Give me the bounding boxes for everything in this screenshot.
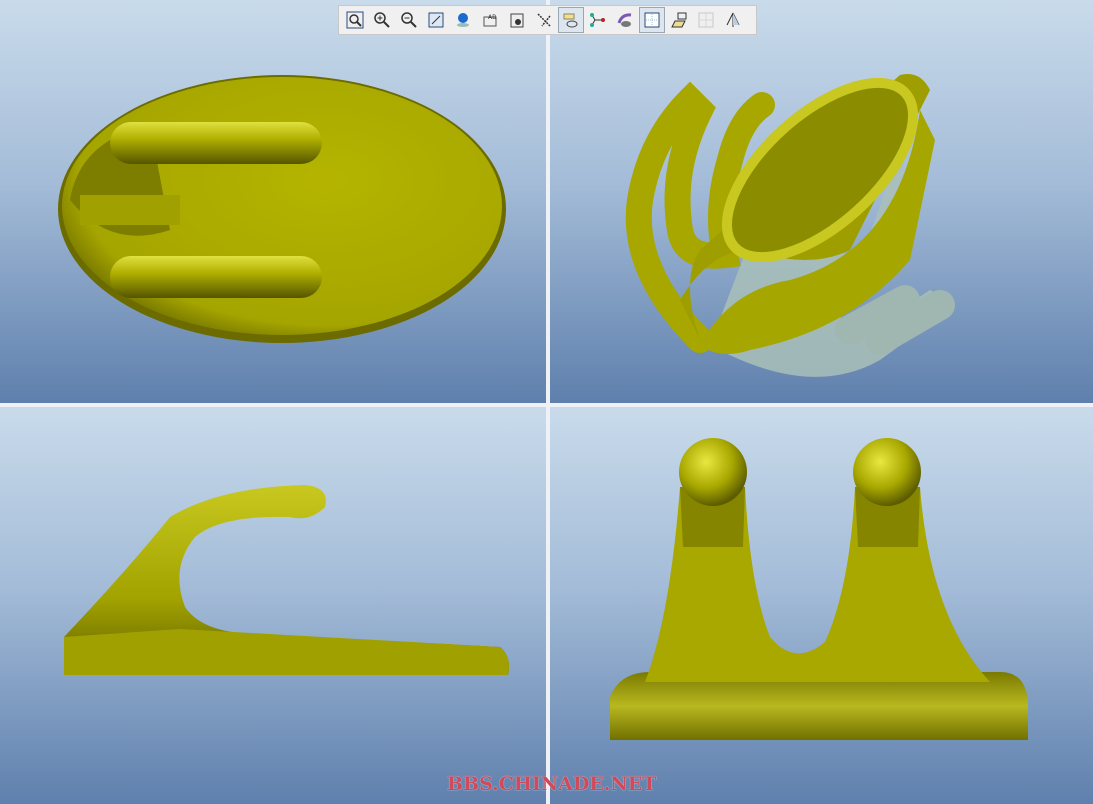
multi-view-icon bbox=[644, 12, 660, 28]
viewport-side[interactable] bbox=[0, 407, 546, 804]
viewport-top[interactable] bbox=[0, 0, 546, 403]
csys-display-button[interactable] bbox=[585, 7, 611, 33]
csys-icon bbox=[590, 13, 605, 27]
refit-button[interactable] bbox=[342, 7, 368, 33]
spin-center-icon bbox=[563, 13, 578, 28]
svg-text:AB: AB bbox=[488, 14, 496, 21]
zoom-fit-icon bbox=[346, 11, 364, 29]
orient-icon bbox=[671, 12, 687, 28]
watermark: BBS.CHINADE.NET bbox=[447, 773, 657, 795]
annotation-display-button[interactable] bbox=[612, 7, 638, 33]
datum-display-button[interactable] bbox=[531, 7, 557, 33]
datum-display-icon bbox=[537, 13, 551, 27]
saved-views-icon: AB bbox=[483, 14, 497, 27]
zoom-out-button[interactable] bbox=[396, 7, 422, 33]
hook-model-front-view bbox=[610, 438, 1028, 740]
viewport-divider-vertical[interactable] bbox=[546, 0, 550, 804]
grid-icon bbox=[698, 12, 714, 28]
plane-icon bbox=[726, 12, 740, 27]
view-manager-button[interactable] bbox=[504, 7, 530, 33]
orient-button[interactable] bbox=[666, 7, 692, 33]
plane-display-button[interactable] bbox=[720, 7, 746, 33]
view-manager-icon bbox=[510, 13, 524, 28]
zoom-out-icon bbox=[401, 12, 417, 28]
hook-model-iso-view bbox=[625, 74, 955, 377]
repaint-button[interactable] bbox=[423, 7, 449, 33]
display-style-button[interactable] bbox=[450, 7, 476, 33]
shading-icon bbox=[457, 13, 469, 27]
zoom-in-button[interactable] bbox=[369, 7, 395, 33]
saved-views-button[interactable]: AB bbox=[477, 7, 503, 33]
grid-button[interactable] bbox=[693, 7, 719, 33]
hook-model-top-view bbox=[58, 75, 506, 343]
viewport-front[interactable] bbox=[550, 407, 1093, 804]
view-toolbar: AB bbox=[338, 5, 757, 35]
multi-view-button[interactable] bbox=[639, 7, 665, 33]
viewport-divider-horizontal[interactable] bbox=[0, 403, 1093, 407]
spin-center-button[interactable] bbox=[558, 7, 584, 33]
hook-model-side-view bbox=[64, 485, 509, 675]
repaint-icon bbox=[428, 12, 444, 28]
viewport-isometric[interactable] bbox=[550, 0, 1093, 403]
annotation-icon bbox=[617, 13, 632, 27]
zoom-in-icon bbox=[374, 12, 390, 28]
